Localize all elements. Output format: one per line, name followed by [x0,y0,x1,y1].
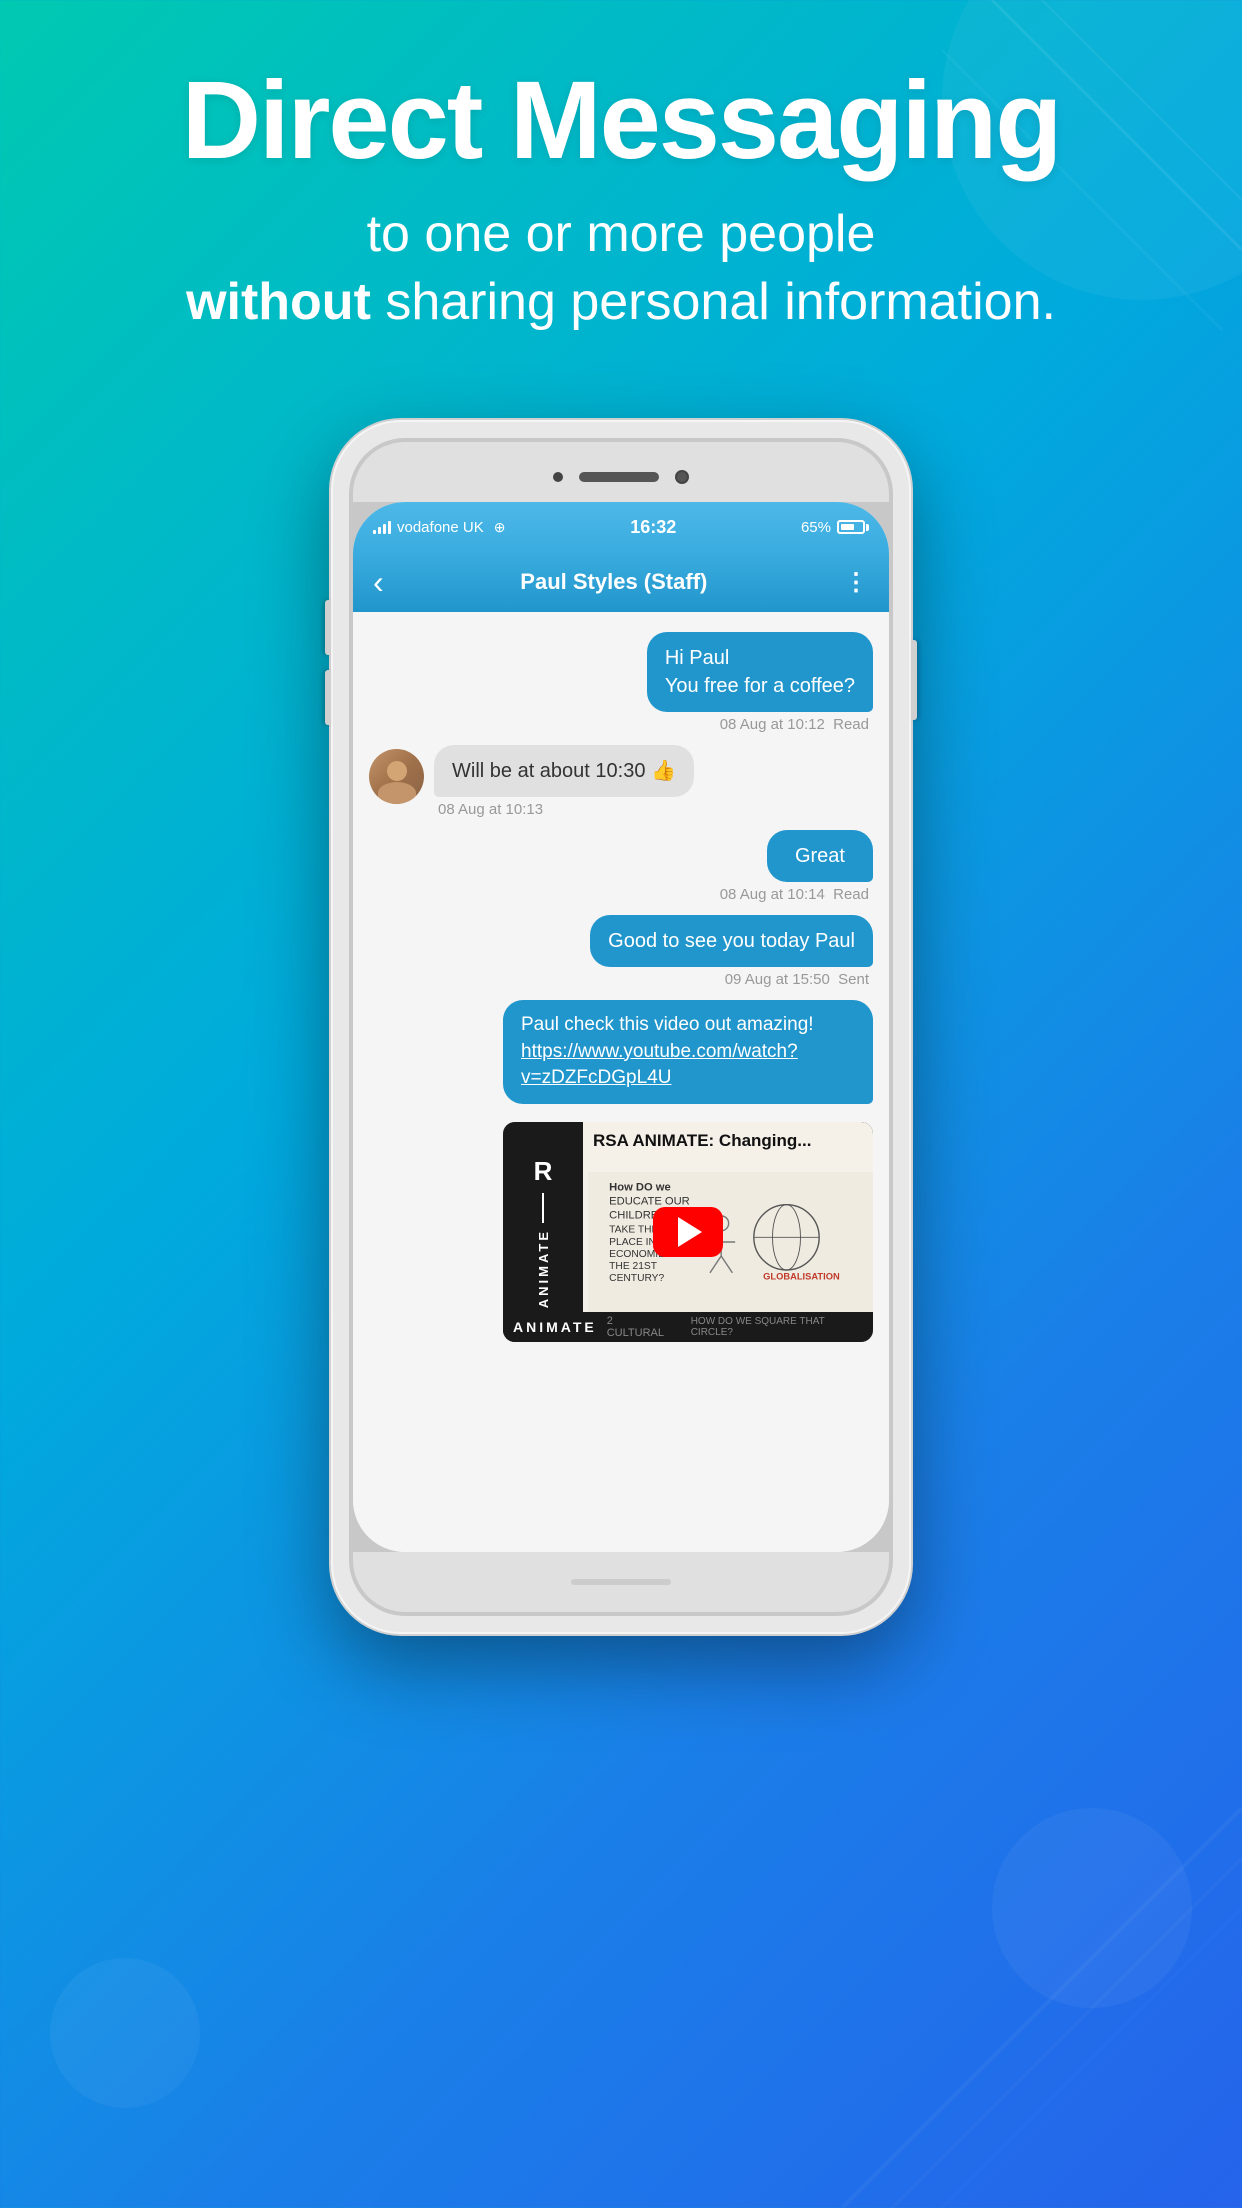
signal-bar-1 [373,530,376,534]
navigation-bar: ‹ Paul Styles (Staff) ⋮ [353,552,889,612]
message-row: Great 08 Aug at 10:14 Read [369,830,873,903]
volume-up-button [325,600,331,655]
signal-bar-4 [388,521,391,534]
home-indicator[interactable] [571,1579,671,1585]
speaker [579,472,659,482]
sent-bubble: Great [767,830,873,882]
message-row: Will be at about 10:30 👍 08 Aug at 10:13 [369,745,873,818]
subtitle: to one or more people without sharing pe… [80,201,1162,336]
animate-bottom-text: ANIMATE [513,1319,597,1335]
status-bar: vodafone UK ⊕ 16:32 65% [353,502,889,552]
wifi-icon: ⊕ [494,519,506,536]
message-meta: 08 Aug at 10:14 Read [716,886,873,903]
message-content: Will be at about 10:30 👍 08 Aug at 10:13 [434,745,694,818]
sent-bubble: Hi PaulYou free for a coffee? [647,632,873,712]
phone-screen: vodafone UK ⊕ 16:32 65% [353,502,889,1552]
volume-down-button [325,670,331,725]
subtitle-bold: without [186,273,371,331]
subtitle-line2: sharing personal information. [371,273,1056,331]
phone-inner: vodafone UK ⊕ 16:32 65% [349,438,893,1616]
video-preview-row: R ANIMATE [369,1116,873,1342]
link-bubble: Paul check this video out amazing! https… [503,1000,873,1104]
status-left: vodafone UK ⊕ [373,519,505,536]
battery-percentage: 65% [801,519,831,536]
nav-title: Paul Styles (Staff) [520,569,707,595]
svg-text:EDUCATE OUR: EDUCATE OUR [609,1195,690,1207]
power-button [911,640,917,720]
signal-bars [373,520,391,534]
cultural-text: 2 CULTURAL [607,1315,671,1339]
play-icon [678,1217,702,1247]
signal-bar-3 [383,524,386,534]
rsa-animate-text: ANIMATE [536,1229,551,1308]
back-button[interactable]: ‹ [373,564,384,601]
battery-body [837,520,865,534]
carrier-name: vodafone UK [397,519,484,536]
message-row: Hi PaulYou free for a coffee? 08 Aug at … [369,632,873,733]
avatar [369,749,424,804]
main-title: Direct Messaging [80,60,1162,181]
message-row: Paul check this video out amazing! https… [369,1000,873,1104]
front-camera [553,472,563,482]
rsa-divider [542,1193,544,1223]
status-time: 16:32 [630,517,676,538]
message-meta: 08 Aug at 10:13 [434,801,547,818]
chat-area: Hi PaulYou free for a coffee? 08 Aug at … [353,612,889,1552]
svg-text:How DO we: How DO we [609,1181,671,1193]
header-section: Direct Messaging to one or more people w… [0,60,1242,336]
play-button[interactable] [653,1207,723,1257]
svg-text:GLOBALISATION: GLOBALISATION [763,1271,840,1281]
rear-camera-indicator [675,470,689,484]
sent-bubble: Good to see you today Paul [590,915,873,967]
question-text: HOW DO WE SQUARE THAT CIRCLE? [691,1316,863,1338]
battery-fill [841,524,854,530]
battery-tip [866,524,869,531]
subtitle-line1: to one or more people [367,205,876,263]
video-title: RSA ANIMATE: Changing... [593,1130,863,1152]
rsa-r: R [534,1156,553,1187]
sketch-area: How DO we EDUCATE OUR CHILDREN TO TAKE T… [588,1172,873,1312]
message-meta: 08 Aug at 10:12 Read [716,716,873,733]
phone-shell: vodafone UK ⊕ 16:32 65% [331,420,911,1634]
video-thumbnail: R ANIMATE [503,1122,873,1342]
svg-text:THE 21ST: THE 21ST [609,1261,658,1272]
status-right: 65% [801,519,869,536]
video-bottom-bar: ANIMATE 2 CULTURAL HOW DO WE SQUARE THAT… [503,1312,873,1342]
signal-bar-2 [378,527,381,534]
message-meta: 09 Aug at 15:50 Sent [721,971,873,988]
battery-icon [837,520,869,534]
more-button[interactable]: ⋮ [844,568,869,597]
received-bubble: Will be at about 10:30 👍 [434,745,694,797]
message-row: Good to see you today Paul 09 Aug at 15:… [369,915,873,988]
rsa-label: R ANIMATE [503,1122,583,1342]
phone-mockup: vodafone UK ⊕ 16:32 65% [331,420,911,1634]
video-preview[interactable]: R ANIMATE [503,1122,873,1342]
avatar-image [369,749,424,804]
svg-text:CENTURY?: CENTURY? [609,1273,664,1284]
